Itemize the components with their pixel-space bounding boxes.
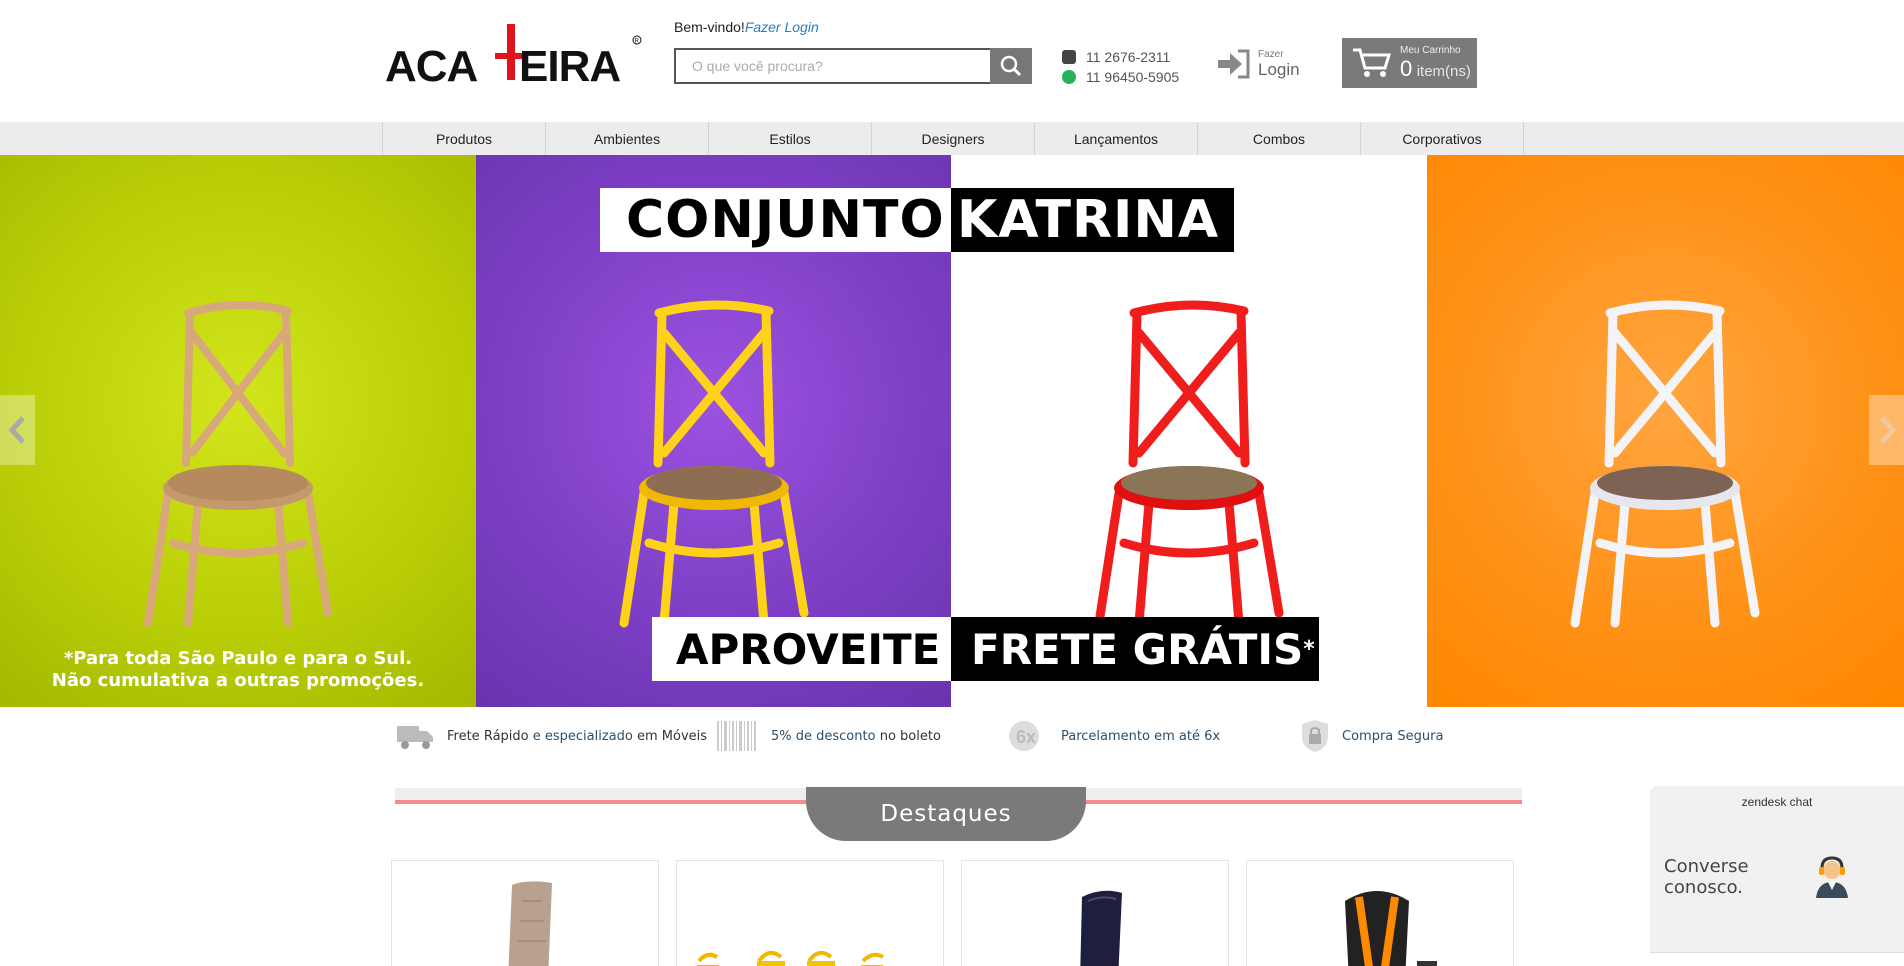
chair-natural-image [144,300,332,627]
search-input[interactable] [674,48,990,84]
banner-title-left: CONJUNTO [600,188,951,252]
nav-item-ambientes[interactable]: Ambientes [546,122,709,155]
login-icon [1218,49,1250,79]
benefits-bar: Frete Rápido e especializado em Móveis 5… [395,716,1525,756]
truck-icon [397,726,433,749]
installments-6x-icon: 6x [1009,721,1039,751]
benefit-installments: 6x Parcelamento em até 6x [1007,716,1220,756]
whatsapp-icon [1062,70,1076,84]
promo-note: *Para toda São Paulo e para o Sul. Não c… [0,648,476,692]
chat-message: Converse conosco. [1664,856,1749,898]
welcome-message: Bem-vindo!Fazer Login [674,19,819,35]
benefit-discount: 5% de desconto no boleto [715,716,941,756]
banner-title-right: KATRINA [951,188,1234,252]
chair-red-image [1094,300,1284,628]
banner-sub-right: FRETE GRÁTIS * [951,617,1319,681]
nav-item-designers[interactable]: Designers [872,122,1035,155]
hero-banner[interactable]: *Para toda São Paulo e para o Sul. Não c… [0,155,1904,707]
main-nav: Produtos Ambientes Estilos Designers Lan… [0,122,1904,155]
chat-message-line2: conosco. [1664,877,1744,898]
search-button[interactable] [990,48,1032,84]
login-button[interactable]: Fazer Login [1216,48,1300,80]
phone-number: 11 2676-2311 [1086,49,1171,65]
benefit-discount-b: no boleto [879,728,941,744]
banner-sub-right-text: FRETE GRÁTIS [971,624,1304,674]
benefit-secure: Compra Segura [1300,716,1443,756]
header: ACA EIRA R Bem-vindo!Fazer Login 11 2676… [0,0,1904,122]
cart-button[interactable]: Meu Carrinho 0 item(ns) [1342,38,1477,88]
benefit-discount-text: 5% de desconto no boleto [771,729,941,744]
nav-item-estilos[interactable]: Estilos [709,122,872,155]
product-image [1080,890,1122,966]
contact-phones: 11 2676-2311 11 96450-5905 [1062,47,1179,87]
product-image [1345,891,1437,966]
benefit-shipping-b: e especializado [532,728,633,744]
barcode-icon [717,721,756,751]
benefit-shipping-text: Frete Rápido e especializado em Móveis [447,729,707,744]
svg-text:R: R [635,39,640,45]
nav-item-produtos[interactable]: Produtos [383,122,546,155]
page: ACA EIRA R Bem-vindo!Fazer Login 11 2676… [0,0,1904,966]
destaques-title: Destaques [806,787,1086,841]
product-image [697,950,885,966]
search-icon [1000,55,1022,77]
phone-icon [1062,50,1076,64]
cart-unit: item(ns) [1416,63,1471,80]
product-image [508,881,552,966]
benefit-shipping-c: em Móveis [637,728,708,744]
chair-yellow-image [619,300,809,628]
login-small-label: Fazer [1258,49,1284,60]
chair-white-image [1570,300,1760,628]
login-label: Login [1258,60,1300,79]
product-card[interactable] [676,860,944,966]
svg-text:EIRA: EIRA [519,42,620,88]
acadeira-logo[interactable]: ACA EIRA R [383,18,645,88]
benefit-discount-a: 5% de desconto [771,728,876,744]
nav-item-lancamentos[interactable]: Lançamentos [1035,122,1198,155]
cart-count: 0 [1400,56,1413,81]
chat-message-line1: Converse [1664,856,1749,877]
chat-agent-avatar-icon [1816,856,1848,898]
product-card[interactable] [1246,860,1514,966]
benefit-installments-text: Parcelamento em até 6x [1061,728,1221,744]
banner-panel-orange [1427,155,1904,707]
promo-note-line1: *Para toda São Paulo e para o Sul. [63,648,413,669]
benefit-secure-text: Compra Segura [1342,728,1444,744]
svg-text:6x: 6x [1016,727,1036,747]
banner-next-button[interactable] [1869,395,1904,465]
product-card[interactable] [391,860,659,966]
search-bar [674,48,1032,84]
chevron-left-icon [8,416,25,444]
benefit-shipping: Frete Rápido e especializado em Móveis [395,716,707,756]
cart-icon [1353,48,1392,77]
whatsapp-number: 11 96450-5905 [1086,69,1180,85]
nav-item-corporativos[interactable]: Corporativos [1361,122,1524,155]
shield-lock-icon [1302,720,1328,752]
chevron-right-icon [1879,416,1896,444]
nav-item-combos[interactable]: Combos [1198,122,1361,155]
chat-widget[interactable]: zendesk chat Converse conosco. [1650,786,1904,966]
product-card[interactable] [961,860,1229,966]
benefit-shipping-a: Frete Rápido [447,728,529,744]
promo-note-line2: Não cumulativa a outras promoções. [51,670,425,691]
banner-sub-right-mark: * [1303,636,1315,662]
chat-brand: zendesk chat [1741,795,1813,809]
svg-text:ACA: ACA [385,42,478,88]
banner-prev-button[interactable] [0,395,35,465]
banner-panel-green: *Para toda São Paulo e para o Sul. Não c… [0,155,476,707]
login-link[interactable]: Fazer Login [745,19,819,35]
banner-sub-left: APROVEITE [652,617,951,681]
welcome-text: Bem-vindo! [674,19,745,35]
chat-input[interactable] [1650,952,1904,966]
